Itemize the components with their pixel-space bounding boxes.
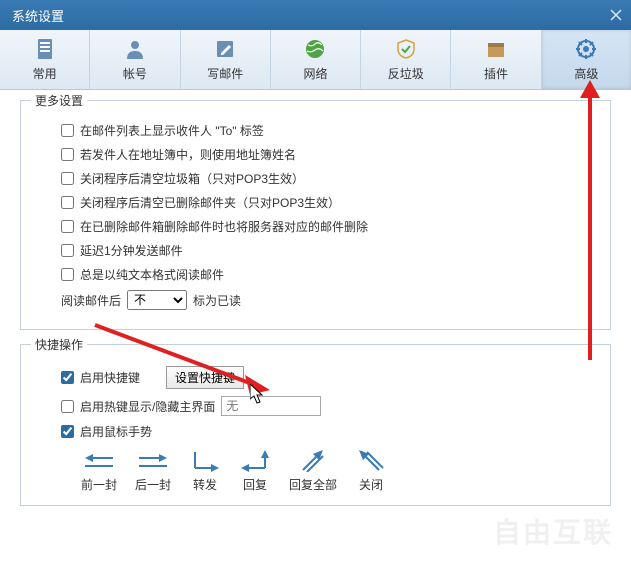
setting-row: 关闭程序后清空垃圾箱（只对POP3生效） [61,170,592,187]
checkbox-show-to[interactable] [61,124,74,137]
shield-icon [394,37,418,61]
more-settings-group: 更多设置 在邮件列表上显示收件人 "To" 标签 若发件人在地址簿中，则使用地址… [20,100,611,330]
gesture-close[interactable]: 关闭 [355,450,387,493]
checkbox-plaintext[interactable] [61,268,74,281]
gesture-prev[interactable]: 前一封 [81,450,117,493]
toolbar-network[interactable]: 网络 [271,30,361,89]
titlebar-title: 系统设置 [12,6,64,25]
page-icon [33,37,57,61]
setting-row: 在邮件列表上显示收件人 "To" 标签 [61,122,592,139]
checkbox-enable-hotkey[interactable] [61,400,74,413]
package-icon [484,37,508,61]
gesture-forward[interactable]: 转发 [189,450,221,493]
toolbar-antispam[interactable]: 反垃圾 [361,30,451,89]
toolbar-advanced[interactable]: 高级 [542,30,631,89]
gesture-row: 启用鼠标手势 [61,423,592,440]
setting-row: 关闭程序后清空已删除邮件夹（只对POP3生效） [61,194,592,211]
checkbox-enable-shortcut[interactable] [61,371,74,384]
toolbar-label: 常用 [33,65,57,82]
checkbox-delay-send[interactable] [61,244,74,257]
toolbar-label: 反垃圾 [388,65,424,82]
gesture-list: 前一封 后一封 转发 回复 回复全部 关闭 [81,450,592,493]
group-title: 更多设置 [31,92,87,109]
toolbar-plugin[interactable]: 插件 [451,30,541,89]
checkbox-delete-server[interactable] [61,220,74,233]
toolbar-label: 网络 [303,65,327,82]
set-shortcut-button[interactable]: 设置快捷键 [166,366,244,389]
setting-row: 在已删除邮件箱删除邮件时也将服务器对应的邮件删除 [61,218,592,235]
shortcut-row: 启用快捷键 设置快捷键 [61,366,592,389]
gesture-replyall[interactable]: 回复全部 [289,450,337,493]
toolbar-label: 插件 [484,65,508,82]
checkbox-clear-trash[interactable] [61,172,74,185]
hotkey-row: 启用热键显示/隐藏主界面 [61,396,592,416]
setting-row: 总是以纯文本格式阅读邮件 [61,266,592,283]
gesture-next[interactable]: 后一封 [135,450,171,493]
close-icon [610,9,622,21]
toolbar-label: 写邮件 [207,65,243,82]
toolbar-account[interactable]: 帐号 [90,30,180,89]
setting-row-read: 阅读邮件后 不 标为已读 [61,290,592,310]
checkbox-clear-deleted[interactable] [61,196,74,209]
globe-icon [303,37,327,61]
read-mark-select[interactable]: 不 [127,290,187,310]
watermark: 自由互联 [493,511,613,551]
compose-icon [213,37,237,61]
titlebar: 系统设置 [0,0,631,30]
gear-icon [574,37,598,61]
group-title: 快捷操作 [31,336,87,353]
setting-row: 延迟1分钟发送邮件 [61,242,592,259]
toolbar-common[interactable]: 常用 [0,30,90,89]
toolbar-label: 帐号 [123,65,147,82]
toolbar-label: 高级 [574,65,598,82]
close-button[interactable] [601,0,631,30]
setting-row: 若发件人在地址簿中，则使用地址簿姓名 [61,146,592,163]
shortcut-ops-group: 快捷操作 启用快捷键 设置快捷键 启用热键显示/隐藏主界面 启用鼠标手势 前一封… [20,344,611,506]
user-icon [123,37,147,61]
checkbox-enable-gesture[interactable] [61,425,74,438]
gesture-reply[interactable]: 回复 [239,450,271,493]
hotkey-input[interactable] [221,396,321,416]
toolbar-compose[interactable]: 写邮件 [181,30,271,89]
content-area: 更多设置 在邮件列表上显示收件人 "To" 标签 若发件人在地址簿中，则使用地址… [0,90,631,534]
checkbox-use-addrbook[interactable] [61,148,74,161]
toolbar: 常用 帐号 写邮件 网络 反垃圾 插件 高级 [0,30,631,90]
